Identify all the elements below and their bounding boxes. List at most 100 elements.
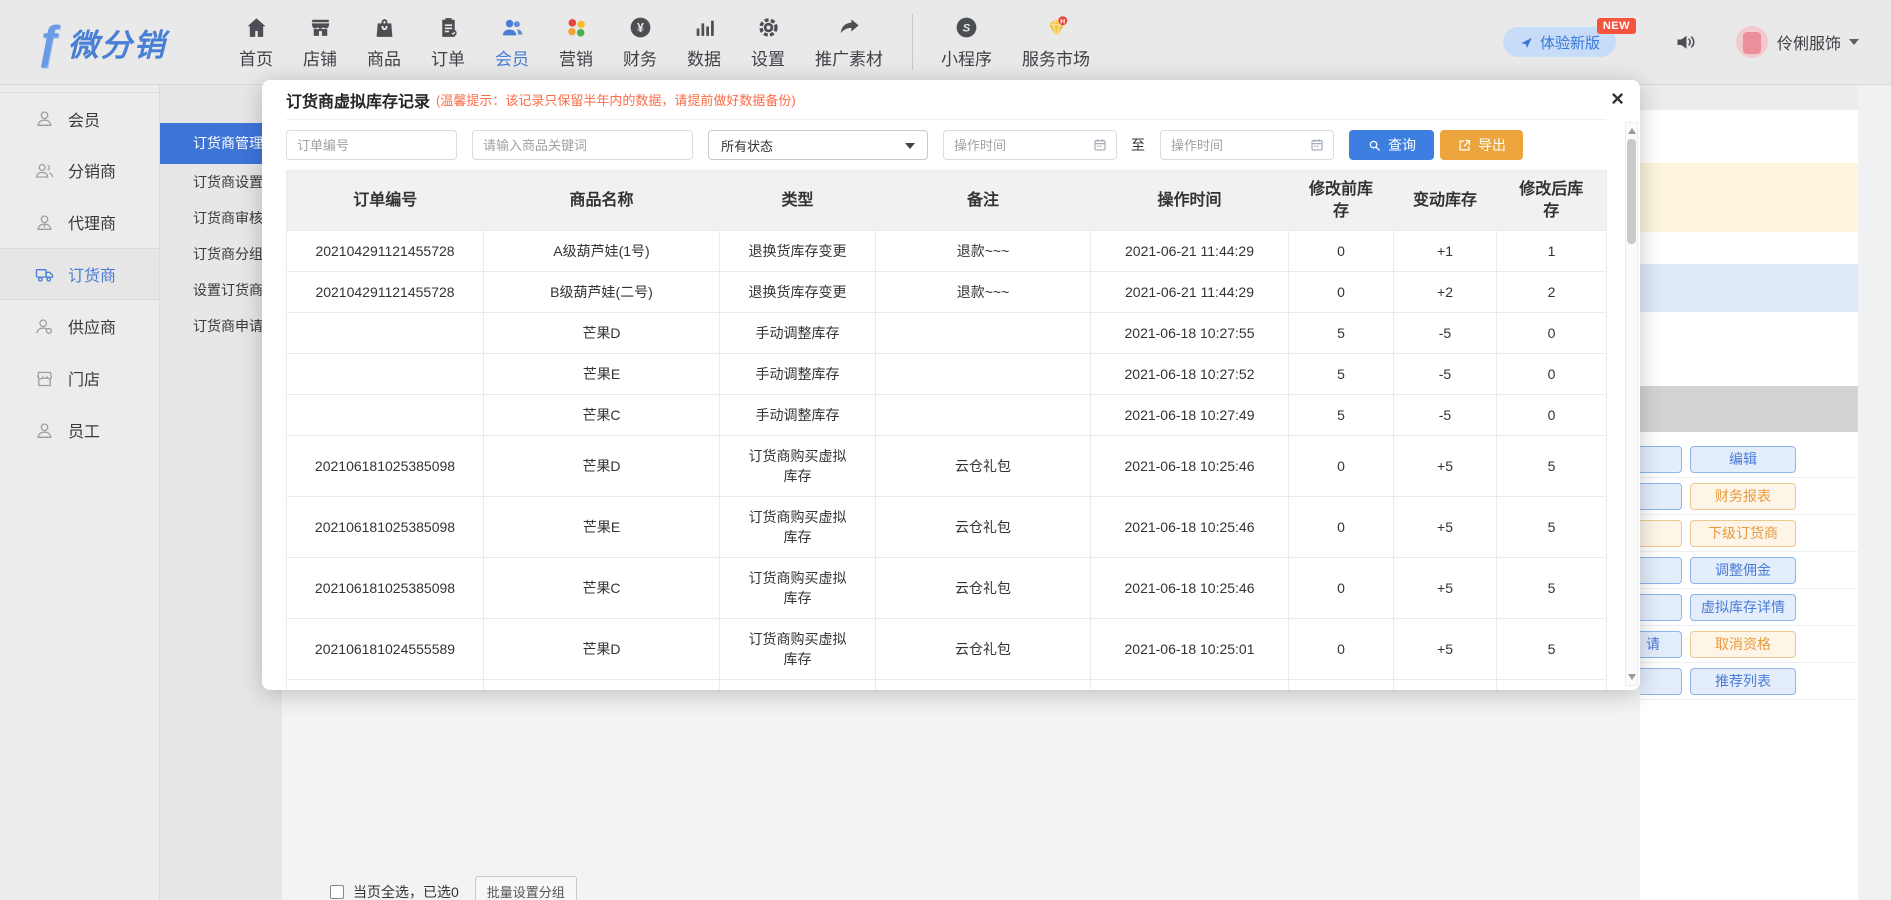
user-menu-chevron-down-icon[interactable] [1849,39,1859,45]
row-action-button[interactable]: 虚拟库存详情 [1690,594,1796,621]
cell-operate-time: 2021-06-18 10:27:49 [1091,395,1289,436]
start-time-input[interactable] [943,130,1117,160]
calendar-icon [1309,137,1325,153]
cell-stock-after [1497,680,1607,691]
row-action-button[interactable]: 推荐列表 [1690,668,1796,695]
nav-item[interactable]: 小程序 [912,14,1007,70]
modal-scrollbar[interactable] [1625,122,1638,686]
home-icon [244,15,269,40]
clipped-button-fragment[interactable] [1640,520,1682,547]
search-button[interactable]: 查询 [1349,130,1434,160]
try-new-version-button[interactable]: 体验新版 NEW [1503,27,1616,57]
clipped-button-fragment[interactable] [1640,557,1682,584]
cell-stock-change: +5 [1394,436,1497,497]
product-keyword-input[interactable] [472,130,693,160]
clipped-button-fragment[interactable]: 请 [1640,631,1682,658]
background-action-row: 编辑 [1640,441,1858,478]
cell-note: 云仓礼包 [876,436,1091,497]
nav-item[interactable]: 订单 [416,0,480,85]
sidebar-item-label: 会员 [68,107,100,131]
nav-item[interactable]: 服务市场 [1007,0,1105,85]
cell-order-number [287,680,484,691]
nav-item[interactable]: 营销 [544,0,608,85]
cell-order-number: 202104291121455728 [287,272,484,313]
cell-stock-before: 5 [1289,313,1394,354]
nav-item[interactable]: 首页 [224,0,288,85]
submenu-item-label: 订货商审核 [193,210,263,226]
cell-stock-after: 0 [1497,395,1607,436]
select-all-label: 当页全选，已选0 [353,882,459,900]
status-select[interactable]: 所有状态 [708,130,928,160]
cell-operate-time: 2021-06-18 10:27:52 [1091,354,1289,395]
start-time-field [943,130,1117,160]
sidebar-item-label: 员工 [68,418,100,442]
cell-type: 手动调整库存 [720,395,876,436]
clipped-button-fragment[interactable] [1640,446,1682,473]
row-action-button[interactable]: 取消资格 [1690,631,1796,658]
cell-stock-before: 5 [1289,395,1394,436]
nav-item[interactable]: 财务 [608,0,672,85]
sidebar-item[interactable]: 代理商 [0,196,159,248]
cell-stock-before: 5 [1289,354,1394,395]
end-time-input[interactable] [1160,130,1334,160]
clipped-button-fragment[interactable] [1640,668,1682,695]
nav-item-label: 财务 [623,45,657,70]
row-action-button[interactable]: 编辑 [1690,446,1796,473]
order-number-input[interactable] [286,130,457,160]
col-header-note: 备注 [876,171,1091,231]
nav-item[interactable]: 店铺 [288,0,352,85]
nav-item[interactable]: 推广素材 [800,0,898,85]
export-button[interactable]: 导出 [1440,130,1523,160]
nav-item[interactable]: 设置 [736,0,800,85]
submenu-item-label: 订货商申请 [193,318,263,334]
member-icon [34,108,55,129]
sidebar-item[interactable]: 门店 [0,352,159,404]
agent-icon [34,212,55,233]
nav-item[interactable]: 商品 [352,0,416,85]
sidebar-item[interactable]: 供应商 [0,300,159,352]
cell-stock-after: 1 [1497,231,1607,272]
try-new-version-label: 体验新版 [1540,32,1600,53]
inventory-records-table: 订单编号 商品名称 类型 备注 操作时间 修改前库存 变动库存 修改后库存 20… [286,170,1607,690]
table-header-row: 订单编号 商品名称 类型 备注 操作时间 修改前库存 变动库存 修改后库存 [287,171,1607,231]
logo-text: 微分销 [68,20,167,65]
nav-item-label: 首页 [239,45,273,70]
clipped-button-fragment[interactable] [1640,594,1682,621]
user-avatar[interactable] [1736,26,1768,58]
announcement-speaker-icon[interactable] [1674,30,1698,54]
col-header-product: 商品名称 [484,171,720,231]
select-all-checkbox[interactable] [330,885,344,899]
sidebar-item[interactable]: 员工 [0,404,159,456]
cell-operate-time: 2021-06-18 10:25:01 [1091,619,1289,680]
cell-note: 云仓礼包 [876,619,1091,680]
cell-product-name: 芒果D [484,619,720,680]
cell-stock-after: 5 [1497,558,1607,619]
col-header-after: 修改后库存 [1497,171,1607,231]
rocket-icon [1519,35,1534,50]
close-icon[interactable]: × [1611,86,1624,112]
sidebar-item[interactable]: 分销商 [0,144,159,196]
user-name[interactable]: 伶俐服饰 [1777,30,1841,54]
nav-item-label: 服务市场 [1022,45,1090,70]
table-row: 芒果D 手动调整库存 2021-06-18 10:27:55 5 -5 0 [287,313,1607,354]
background-action-row: 调整佣金 [1640,552,1858,589]
cell-note: 云仓礼包 [876,497,1091,558]
scroll-up-arrow-icon[interactable] [1628,128,1636,134]
row-action-button[interactable]: 调整佣金 [1690,557,1796,584]
cell-product-name: B级葫芦娃(二号) [484,272,720,313]
table-row: 202106181024555589 芒果D 订货商购买虚拟库存 云仓礼包 20… [287,619,1607,680]
sidebar-item[interactable]: 订货商 [0,248,159,300]
nav-item[interactable]: 数据 [672,0,736,85]
nav-item[interactable]: 会员 [480,0,544,85]
batch-set-group-button[interactable]: 批量设置分组 [475,876,577,900]
scroll-down-arrow-icon[interactable] [1628,674,1636,680]
row-action-button[interactable]: 财务报表 [1690,483,1796,510]
cell-note [876,313,1091,354]
clipped-button-fragment[interactable] [1640,483,1682,510]
scrollbar-thumb[interactable] [1627,139,1636,244]
settings-icon [756,15,781,40]
cell-stock-after: 2 [1497,272,1607,313]
sidebar-item[interactable]: 会员 [0,92,159,144]
cell-stock-before [1289,680,1394,691]
row-action-button[interactable]: 下级订货商 [1690,520,1796,547]
